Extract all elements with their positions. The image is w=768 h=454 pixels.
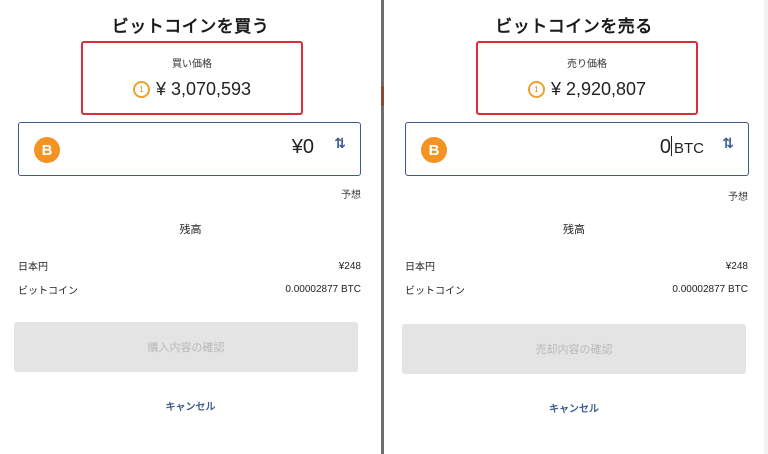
price-label: 売り価格: [567, 59, 607, 70]
jpy-label: 日本円: [18, 262, 48, 273]
jpy-value: ¥248: [338, 261, 361, 272]
right-edge: [764, 0, 768, 454]
price-value: ¥ 3,070,593: [155, 79, 252, 99]
text-caret: [671, 136, 672, 156]
btc-value: 0.00002877 BTC: [285, 284, 361, 295]
price-value: ¥ 2,920,807: [550, 79, 647, 99]
sell-price-box: 売り価格 1 ¥ 2,920,807: [476, 41, 698, 115]
amount-number: 0: [659, 136, 671, 158]
buy-panel: ビットコインを買う 買い価格 1 ¥ 3,070,593 B ¥0 ⇅ 予想 残…: [0, 0, 381, 454]
price-row: 1 ¥ 2,920,807: [478, 79, 696, 100]
confirm-sale-button[interactable]: 売却内容の確認: [402, 324, 746, 374]
timer-icon: 1: [132, 81, 150, 98]
confirm-purchase-button[interactable]: 購入内容の確認: [14, 322, 358, 372]
jpy-label: 日本円: [405, 262, 435, 273]
bitcoin-icon: B: [34, 137, 60, 163]
buy-price-box: 買い価格 1 ¥ 3,070,593: [81, 41, 303, 115]
estimate-label: 予想: [341, 190, 361, 201]
btc-label: ビットコイン: [405, 286, 465, 297]
btc-value: 0.00002877 BTC: [672, 284, 748, 295]
price-row: 1 ¥ 3,070,593: [83, 79, 301, 100]
jpy-value: ¥248: [725, 261, 748, 272]
amount-value[interactable]: ¥0: [292, 136, 316, 159]
cancel-button[interactable]: キャンセル: [384, 400, 764, 415]
bitcoin-icon: B: [421, 137, 447, 163]
estimate-label: 予想: [728, 192, 748, 203]
amount-input[interactable]: B 0 BTC ⇅: [405, 122, 749, 176]
btc-label: ビットコイン: [18, 286, 78, 297]
page-title: ビットコインを売る: [495, 17, 653, 37]
price-label: 買い価格: [172, 59, 212, 70]
cancel-button[interactable]: キャンセル: [0, 398, 381, 413]
timer-icon: 1: [527, 81, 545, 98]
amount-unit: BTC: [674, 140, 704, 157]
page-title: ビットコインを買う: [111, 17, 270, 37]
balance-title: 残高: [179, 223, 202, 236]
amount-number: ¥0: [291, 136, 314, 158]
sell-panel: ビットコインを売る 売り価格 1 ¥ 2,920,807 B 0 BTC ⇅ 予想…: [384, 0, 764, 454]
amount-value[interactable]: 0 BTC: [660, 136, 704, 159]
amount-input[interactable]: B ¥0 ⇅: [18, 122, 361, 176]
balance-title: 残高: [563, 223, 585, 236]
swap-icon[interactable]: ⇅: [722, 136, 734, 152]
swap-icon[interactable]: ⇅: [334, 136, 346, 152]
